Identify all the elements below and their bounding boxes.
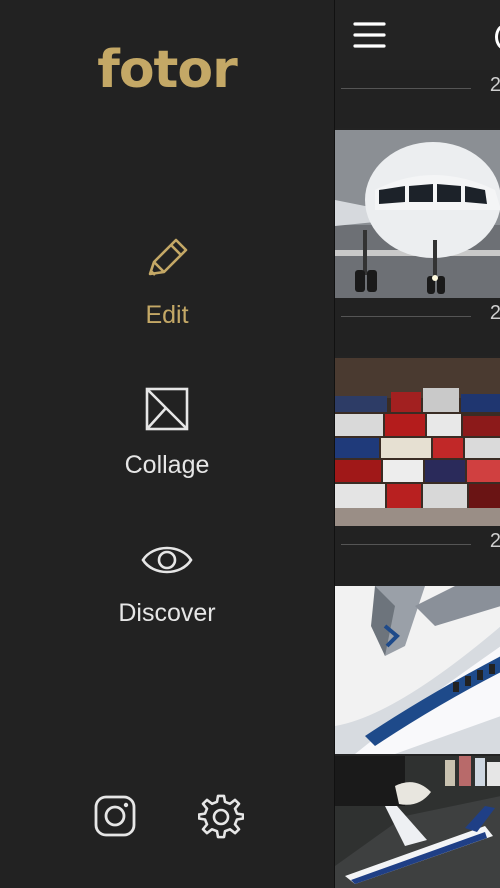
menu-item-label: Collage bbox=[124, 451, 210, 479]
gear-icon bbox=[197, 794, 245, 839]
divider bbox=[341, 316, 471, 317]
menu-item-label: Edit bbox=[145, 301, 189, 329]
side-menu: fotor Edit Collage Discover bbox=[0, 0, 334, 888]
photo-feed[interactable]: 2 2 2 bbox=[334, 0, 500, 888]
settings-button[interactable] bbox=[197, 794, 245, 845]
eye-icon bbox=[0, 540, 334, 585]
camera-icon[interactable] bbox=[495, 24, 500, 50]
divider bbox=[341, 544, 471, 545]
menu-item-collage[interactable]: Collage bbox=[0, 386, 334, 480]
date-section-header: 2 bbox=[335, 70, 500, 128]
instagram-button[interactable] bbox=[93, 794, 137, 843]
instagram-icon bbox=[94, 795, 136, 837]
date-label: 2 bbox=[489, 302, 500, 324]
menu-item-label: Discover bbox=[118, 599, 216, 627]
lan-airliner-model-photo[interactable] bbox=[335, 756, 500, 888]
airliner-front-photo[interactable] bbox=[335, 130, 500, 298]
menu-item-edit[interactable]: Edit bbox=[0, 236, 334, 330]
date-label: 2 bbox=[489, 530, 500, 552]
menu-item-discover[interactable]: Discover bbox=[0, 540, 334, 628]
model-kit-boxes-photo[interactable] bbox=[335, 358, 500, 526]
date-section-header: 2 bbox=[335, 298, 500, 356]
feed-header bbox=[335, 0, 500, 70]
divider bbox=[341, 88, 471, 89]
date-section-header: 2 bbox=[335, 526, 500, 584]
airliner-model-fuselage-photo[interactable] bbox=[335, 586, 500, 754]
fotor-logo: fotor bbox=[97, 40, 238, 100]
date-label: 2 bbox=[489, 74, 500, 96]
hamburger-menu-icon[interactable] bbox=[353, 20, 387, 55]
pencil-icon bbox=[0, 236, 334, 287]
collage-icon bbox=[0, 386, 334, 437]
